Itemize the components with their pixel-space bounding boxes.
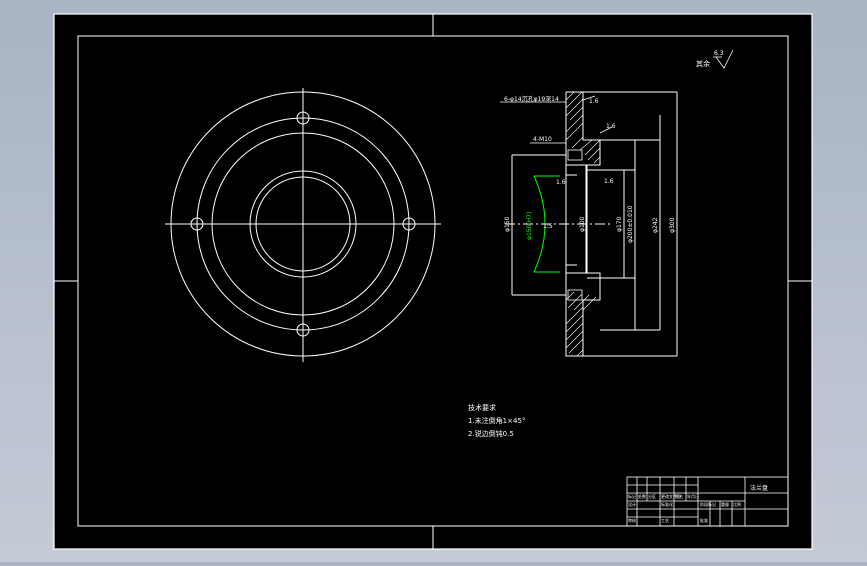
roughness-4: 1.6 <box>604 178 614 185</box>
svg-text:重量: 重量 <box>721 501 729 507</box>
dim-green-spec: φ150(H7) <box>526 212 533 240</box>
roughness-2: 1.6 <box>606 123 616 130</box>
sheet-outer-border <box>53 13 813 550</box>
svg-text:分区: 分区 <box>648 493 656 499</box>
hole-callout-top: 6-φ14沉孔φ19深14 <box>504 95 559 103</box>
svg-text:标准化: 标准化 <box>661 501 673 507</box>
drawing-canvas[interactable]: 6-φ14沉孔φ19深14 4-M10 1.6 1.6 1.6 1.6 φ150… <box>0 0 867 562</box>
svg-text:签名: 签名 <box>675 493 683 499</box>
svg-text:设计: 设计 <box>628 501 636 507</box>
hole-callout-thread: 4-M10 <box>533 136 552 143</box>
dim-d200: φ200±0.010 <box>627 205 634 243</box>
cad-viewport[interactable]: 6-φ14沉孔φ19深14 4-M10 1.6 1.6 1.6 1.6 φ150… <box>0 0 867 562</box>
svg-text:工艺: 工艺 <box>661 518 669 523</box>
svg-text:批准: 批准 <box>700 517 708 523</box>
roughness-1: 1.6 <box>589 98 599 105</box>
svg-text:其余: 其余 <box>696 59 710 68</box>
svg-text:年月日: 年月日 <box>687 493 699 499</box>
svg-text:6.3: 6.3 <box>714 50 724 57</box>
dim-d100: φ100 <box>579 216 586 232</box>
svg-text:法兰盘: 法兰盘 <box>750 484 768 492</box>
svg-text:处数: 处数 <box>638 493 646 499</box>
tech-req-title: 技术要求 <box>468 403 496 412</box>
dim-d150: φ150 <box>504 216 511 232</box>
roughness-3: 1.6 <box>556 179 566 186</box>
dim-d300: φ300 <box>669 217 676 233</box>
dim-d242: φ242 <box>652 217 659 233</box>
tech-req-line1: 1.未注倒角1×45° <box>468 416 525 425</box>
dim-taper: 1:5 <box>543 223 553 230</box>
dim-d170: φ170 <box>616 216 623 232</box>
svg-text:审核: 审核 <box>628 517 636 523</box>
tech-req-line2: 2.锐边倒钝0.5 <box>468 429 514 438</box>
svg-text:阶段标记: 阶段标记 <box>700 501 716 507</box>
svg-text:标记: 标记 <box>628 493 636 499</box>
svg-text:比例: 比例 <box>733 501 741 507</box>
